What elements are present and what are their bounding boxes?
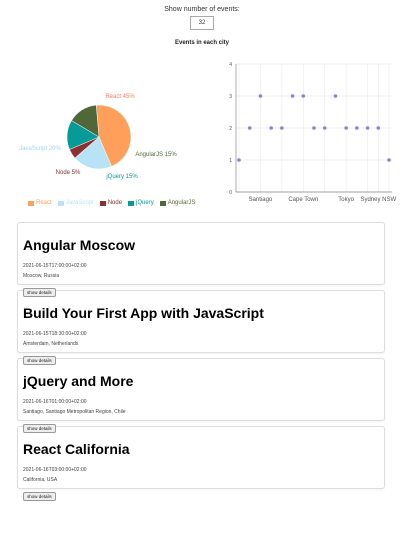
x-tick-label: Tokyo [338,197,354,203]
event-title: React California [23,441,130,457]
legend-swatch [99,200,106,206]
scatter-chart: 0 1 2 3 4 Santiago Cape Town Tokyo Sydney NSW [229,62,396,203]
legend-swatch [128,200,135,206]
legend-label: AngularJS [167,200,196,206]
legend-label: jQuery [136,200,154,206]
event-title: Build Your First App with JavaScript [23,305,264,321]
legend-swatch [28,200,34,206]
scatter-point [280,126,284,130]
event-location: Santiago, Santiago Metropolitan Region, … [23,409,126,415]
scatter-point [247,126,252,130]
scatter-point [290,94,295,98]
y-tick-label: 3 [229,94,232,100]
event-time: 2021-06-15T17:00:00+02:00 [23,263,87,269]
event-title: Angular Moscow [23,237,136,253]
x-tick-label: Sydney NSW [360,197,396,203]
scatter-point [269,126,273,130]
legend-label: JavaScript [65,200,94,206]
scatter-point [387,158,391,162]
event-card: Build Your First App with JavaScript 202… [17,290,385,365]
pie-label-react: React 45% [105,94,135,100]
events-count-control: Show number of events: 32 [0,0,404,30]
pie-label-angularjs: AngularJS 15% [135,152,177,158]
pie-label-node: Node 5% [56,170,81,176]
scatter-point [258,94,263,98]
event-card: jQuery and More 2021-06-16T01:00:00+02:0… [17,358,385,433]
x-tick-label: Santiago [249,197,273,203]
show-details-button[interactable]: show details [23,492,56,501]
legend-item-javascript: JavaScript [57,200,94,206]
charts-title: Events in each city [174,40,230,46]
event-time: 2021-06-16T01:00:00+02:00 [23,399,87,405]
event-time: 2021-06-16T03:00:00+02:00 [23,467,87,473]
event-list: Angular Moscow 2021-06-15T17:00:00+02:00… [17,222,385,501]
legend-item-jquery: jQuery [128,200,154,206]
legend-swatch [57,200,64,206]
event-card: Angular Moscow 2021-06-15T17:00:00+02:00… [17,222,385,297]
events-count-input[interactable]: 32 [190,16,214,30]
show-details-button[interactable]: show details [23,356,56,365]
y-tick-label: 4 [229,62,232,68]
legend-item-angularjs: AngularJS [159,200,196,206]
scatter-point [344,126,348,130]
scatter-point [355,126,359,130]
legend-label: React [36,200,52,206]
event-title: jQuery and More [23,373,134,389]
scatter-point [237,158,241,162]
legend-item-react: React [28,200,52,206]
y-tick-label: 1 [229,158,232,164]
scatter-point [322,126,327,130]
scatter-point [365,126,370,130]
scatter-point [312,126,316,130]
show-details-button[interactable]: show details [23,288,56,297]
y-tick-label: 0 [229,190,232,196]
event-location: Amsterdam, Netherlands [23,341,79,347]
pie-chart: React 45% JavaScript 20% Node 5% jQuery 15%… [19,94,177,180]
show-details-button[interactable]: show details [23,424,56,433]
pie-label-jquery: jQuery 15% [105,174,138,180]
events-count-label: Show number of events: [164,6,240,13]
event-card: React California 2021-06-16T03:00:00+02:… [17,426,385,501]
y-tick-label: 2 [229,126,232,132]
legend-swatch [159,200,166,206]
event-location: California, USA [23,477,58,483]
event-location: Moscow, Russia [23,273,60,279]
pie-label-javascript: JavaScript 20% [19,146,61,152]
legend-item-node: Node [99,200,123,206]
event-time: 2021-06-15T18:30:00+02:00 [23,331,87,337]
legend-label: Node [107,200,123,206]
scatter-point [333,94,338,98]
scatter-point [301,94,306,98]
pie-legend: React JavaScript Node jQuery AngularJS [28,200,195,206]
scatter-point [376,126,381,130]
x-tick-label: Cape Town [288,197,318,203]
